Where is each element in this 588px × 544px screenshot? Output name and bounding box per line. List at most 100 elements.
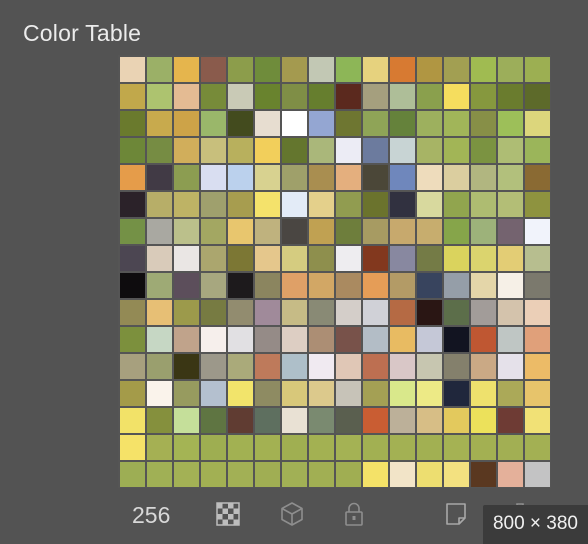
color-swatch[interactable] xyxy=(390,327,415,352)
color-swatch[interactable] xyxy=(201,111,226,136)
color-swatch[interactable] xyxy=(120,246,145,271)
color-swatch[interactable] xyxy=(282,165,307,190)
color-swatch[interactable] xyxy=(363,138,388,163)
color-swatch[interactable] xyxy=(309,84,334,109)
color-swatch[interactable] xyxy=(174,138,199,163)
color-swatch[interactable] xyxy=(498,192,523,217)
color-swatch[interactable] xyxy=(336,165,361,190)
color-swatch[interactable] xyxy=(147,300,172,325)
color-swatch[interactable] xyxy=(390,138,415,163)
color-swatch[interactable] xyxy=(255,246,280,271)
color-swatch[interactable] xyxy=(282,192,307,217)
color-swatch[interactable] xyxy=(147,165,172,190)
color-swatch[interactable] xyxy=(390,462,415,487)
color-swatch[interactable] xyxy=(255,219,280,244)
color-swatch[interactable] xyxy=(444,381,469,406)
color-swatch[interactable] xyxy=(174,246,199,271)
color-swatch[interactable] xyxy=(363,435,388,460)
color-swatch[interactable] xyxy=(444,327,469,352)
color-swatch[interactable] xyxy=(390,381,415,406)
color-swatch[interactable] xyxy=(309,462,334,487)
color-swatch[interactable] xyxy=(498,354,523,379)
lock-icon[interactable] xyxy=(340,500,368,528)
color-swatch[interactable] xyxy=(147,462,172,487)
color-swatch[interactable] xyxy=(201,381,226,406)
color-swatch[interactable] xyxy=(525,165,550,190)
color-swatch[interactable] xyxy=(363,408,388,433)
color-swatch[interactable] xyxy=(444,354,469,379)
color-swatch[interactable] xyxy=(228,273,253,298)
color-swatch[interactable] xyxy=(174,219,199,244)
color-swatch[interactable] xyxy=(174,354,199,379)
color-swatch[interactable] xyxy=(498,408,523,433)
color-swatch[interactable] xyxy=(363,84,388,109)
color-swatch[interactable] xyxy=(417,408,442,433)
color-swatch[interactable] xyxy=(363,111,388,136)
color-swatch[interactable] xyxy=(309,300,334,325)
color-swatch[interactable] xyxy=(282,57,307,82)
color-swatch[interactable] xyxy=(417,435,442,460)
color-swatch[interactable] xyxy=(417,111,442,136)
color-swatch[interactable] xyxy=(282,111,307,136)
color-swatch[interactable] xyxy=(147,273,172,298)
color-swatch[interactable] xyxy=(444,408,469,433)
color-swatch[interactable] xyxy=(282,300,307,325)
color-swatch[interactable] xyxy=(336,192,361,217)
color-swatch[interactable] xyxy=(417,300,442,325)
color-swatch[interactable] xyxy=(417,327,442,352)
color-swatch[interactable] xyxy=(444,57,469,82)
color-swatch[interactable] xyxy=(498,327,523,352)
color-swatch[interactable] xyxy=(390,246,415,271)
color-swatch[interactable] xyxy=(336,246,361,271)
color-swatch[interactable] xyxy=(363,192,388,217)
color-swatch[interactable] xyxy=(255,300,280,325)
color-swatch[interactable] xyxy=(147,246,172,271)
color-swatch[interactable] xyxy=(174,273,199,298)
color-swatch[interactable] xyxy=(525,219,550,244)
color-swatch[interactable] xyxy=(525,192,550,217)
color-swatch[interactable] xyxy=(228,138,253,163)
color-swatch[interactable] xyxy=(228,327,253,352)
color-swatch[interactable] xyxy=(390,273,415,298)
color-swatch[interactable] xyxy=(147,435,172,460)
color-swatch[interactable] xyxy=(201,138,226,163)
color-swatch[interactable] xyxy=(174,381,199,406)
color-swatch[interactable] xyxy=(201,57,226,82)
color-swatch[interactable] xyxy=(120,462,145,487)
color-swatch[interactable] xyxy=(525,327,550,352)
color-swatch[interactable] xyxy=(471,273,496,298)
color-swatch[interactable] xyxy=(147,192,172,217)
color-swatch[interactable] xyxy=(471,57,496,82)
color-swatch[interactable] xyxy=(147,408,172,433)
color-swatch[interactable] xyxy=(228,84,253,109)
color-swatch[interactable] xyxy=(525,84,550,109)
color-swatch[interactable] xyxy=(309,192,334,217)
color-swatch[interactable] xyxy=(417,84,442,109)
color-swatch[interactable] xyxy=(525,435,550,460)
color-swatch[interactable] xyxy=(336,381,361,406)
color-swatch[interactable] xyxy=(147,354,172,379)
color-swatch[interactable] xyxy=(417,219,442,244)
color-swatch[interactable] xyxy=(525,138,550,163)
color-swatch[interactable] xyxy=(282,138,307,163)
color-swatch[interactable] xyxy=(201,408,226,433)
color-swatch[interactable] xyxy=(147,219,172,244)
color-swatch[interactable] xyxy=(390,219,415,244)
color-swatch[interactable] xyxy=(471,462,496,487)
color-swatch[interactable] xyxy=(471,327,496,352)
color-swatch[interactable] xyxy=(201,462,226,487)
color-swatch[interactable] xyxy=(228,462,253,487)
color-swatch[interactable] xyxy=(228,408,253,433)
color-swatch[interactable] xyxy=(471,84,496,109)
color-swatch[interactable] xyxy=(255,381,280,406)
color-swatch[interactable] xyxy=(390,111,415,136)
color-swatch[interactable] xyxy=(525,273,550,298)
color-swatch[interactable] xyxy=(255,57,280,82)
color-swatch[interactable] xyxy=(174,408,199,433)
color-swatch[interactable] xyxy=(336,57,361,82)
color-swatch[interactable] xyxy=(525,408,550,433)
color-swatch[interactable] xyxy=(120,327,145,352)
color-swatch[interactable] xyxy=(417,354,442,379)
color-swatch[interactable] xyxy=(147,84,172,109)
color-swatch[interactable] xyxy=(390,300,415,325)
